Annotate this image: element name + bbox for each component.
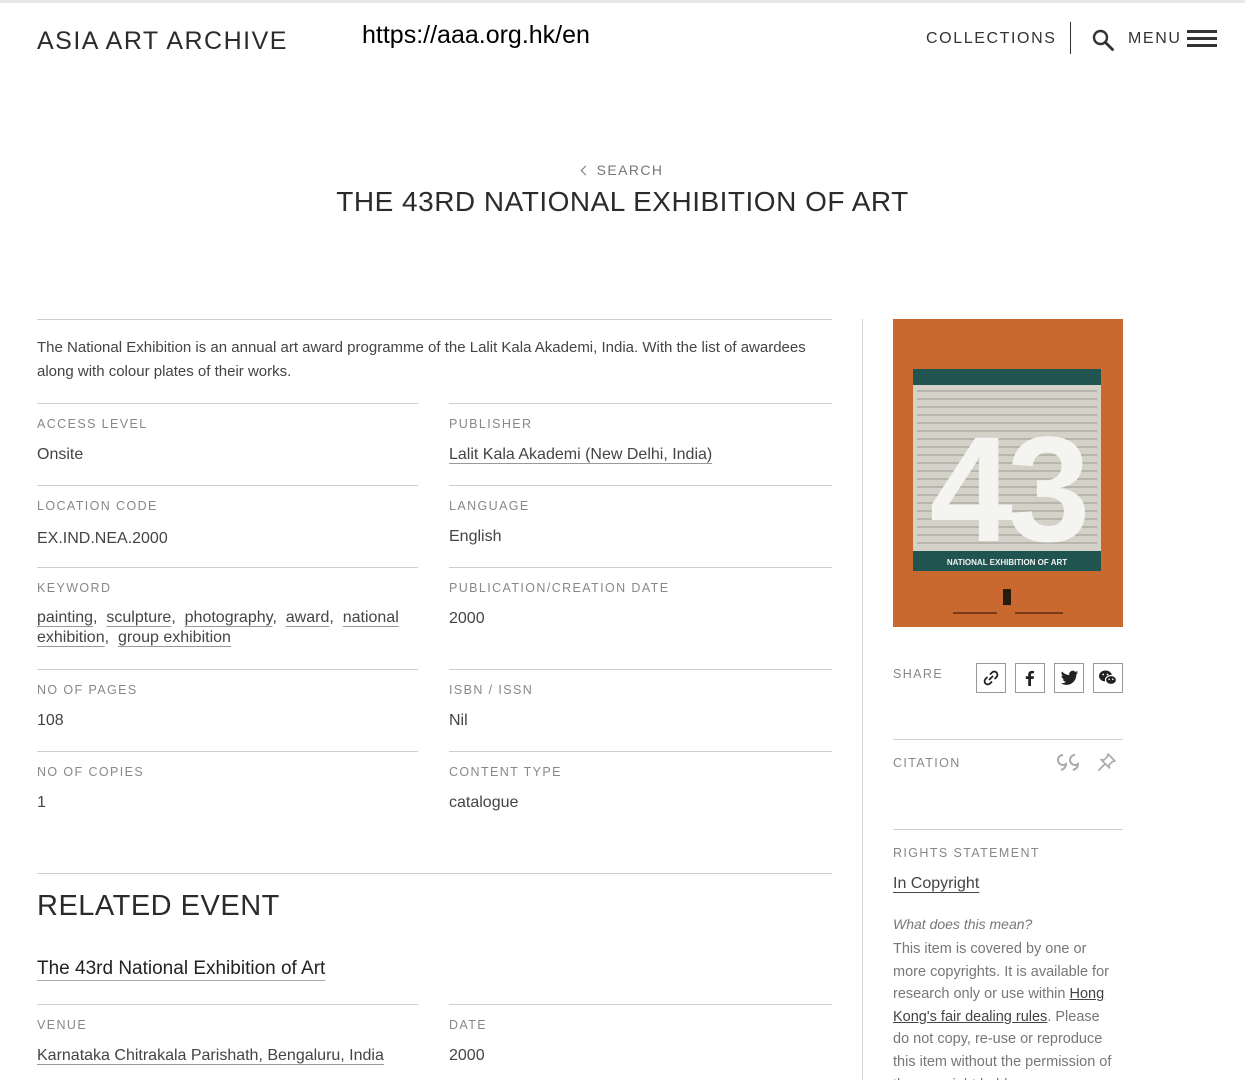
- divider: [449, 1004, 832, 1005]
- hamburger-icon[interactable]: [1187, 30, 1217, 48]
- keyword-link[interactable]: award: [286, 609, 330, 626]
- cover-image: 43 NATIONAL EXHIBITION OF ART: [893, 319, 1123, 627]
- nav-menu-label[interactable]: MENU: [1128, 30, 1182, 48]
- facebook-icon: [1025, 670, 1034, 686]
- cover-number: 43: [930, 405, 1085, 573]
- keyword-link[interactable]: photography: [185, 609, 273, 626]
- rights-label: RIGHTS STATEMENT: [893, 846, 1040, 860]
- citation-label: CITATION: [893, 756, 961, 770]
- location-code-label: LOCATION CODE: [37, 499, 158, 513]
- twitter-share-button[interactable]: [1054, 663, 1084, 693]
- divider: [449, 485, 832, 486]
- venue-link[interactable]: Karnataka Chitrakala Parishath, Bengalur…: [37, 1047, 384, 1064]
- keyword-link[interactable]: painting: [37, 609, 93, 626]
- pages-value: 108: [37, 712, 64, 729]
- language-value: English: [449, 528, 502, 545]
- wechat-icon: [1099, 670, 1118, 686]
- divider: [893, 739, 1123, 740]
- rights-statement-link[interactable]: In Copyright: [893, 875, 979, 892]
- page-title: THE 43RD NATIONAL EXHIBITION OF ART: [336, 186, 909, 217]
- top-border: [0, 0, 1245, 3]
- pub-date-value: 2000: [449, 610, 485, 627]
- keyword-list: painting, sculpture, photography, award,…: [37, 609, 399, 646]
- column-divider: [862, 319, 863, 1080]
- divider: [449, 403, 832, 404]
- back-label: SEARCH: [596, 162, 664, 178]
- nav-collections-link[interactable]: COLLECTIONS: [926, 30, 1057, 48]
- url-text: https://aaa.org.hk/en: [362, 21, 590, 49]
- facebook-share-button[interactable]: [1015, 663, 1045, 693]
- divider: [37, 403, 418, 404]
- access-level-value: Onsite: [37, 446, 84, 463]
- isbn-value: Nil: [449, 712, 468, 729]
- search-icon[interactable]: [1092, 29, 1114, 51]
- related-event-heading: RELATED EVENT: [37, 890, 280, 922]
- divider: [449, 567, 832, 568]
- pin-icon[interactable]: [1097, 752, 1117, 772]
- content-type-value: catalogue: [449, 794, 519, 811]
- rights-text: This item is covered by one or more copy…: [893, 938, 1118, 1080]
- wechat-share-button[interactable]: [1093, 663, 1123, 693]
- link-icon: [983, 670, 999, 686]
- divider: [37, 567, 418, 568]
- divider: [449, 751, 832, 752]
- content-type-label: CONTENT TYPE: [449, 765, 562, 779]
- isbn-label: ISBN / ISSN: [449, 683, 534, 697]
- divider: [893, 829, 1123, 830]
- share-label: SHARE: [893, 667, 944, 681]
- divider: [37, 485, 418, 486]
- cover-banner: NATIONAL EXHIBITION OF ART: [947, 558, 1067, 567]
- divider: [449, 669, 832, 670]
- date-label: DATE: [449, 1018, 488, 1032]
- site-logo[interactable]: ASIA ART ARCHIVE: [37, 27, 288, 56]
- chevron-left-icon: [580, 165, 591, 176]
- quote-icon[interactable]: [1056, 753, 1082, 771]
- access-level-label: ACCESS LEVEL: [37, 417, 148, 431]
- nav-divider: [1070, 22, 1071, 54]
- divider: [37, 669, 418, 670]
- publisher-link[interactable]: Lalit Kala Akademi (New Delhi, India): [449, 446, 712, 463]
- related-event-link[interactable]: The 43rd National Exhibition of Art: [37, 958, 325, 980]
- venue-label: VENUE: [37, 1018, 88, 1032]
- back-to-search-link[interactable]: SEARCH: [0, 162, 1245, 178]
- keyword-link[interactable]: group exhibition: [118, 629, 231, 646]
- pub-date-label: PUBLICATION/CREATION DATE: [449, 581, 670, 595]
- divider: [37, 751, 418, 752]
- divider: [37, 873, 832, 874]
- copy-link-button[interactable]: [976, 663, 1006, 693]
- date-value: 2000: [449, 1047, 485, 1064]
- twitter-icon: [1060, 670, 1078, 685]
- rights-question: What does this mean?: [893, 916, 1033, 932]
- description: The National Exhibition is an annual art…: [37, 339, 806, 380]
- language-label: LANGUAGE: [449, 499, 530, 513]
- keyword-link[interactable]: sculpture: [106, 609, 171, 626]
- location-code-value: EX.IND.NEA.2000: [37, 530, 168, 547]
- copies-label: NO OF COPIES: [37, 765, 145, 779]
- publisher-label: PUBLISHER: [449, 417, 533, 431]
- divider: [37, 319, 832, 320]
- pages-label: NO OF PAGES: [37, 683, 138, 697]
- keyword-label: KEYWORD: [37, 581, 112, 595]
- copies-value: 1: [37, 794, 46, 811]
- divider: [37, 1004, 418, 1005]
